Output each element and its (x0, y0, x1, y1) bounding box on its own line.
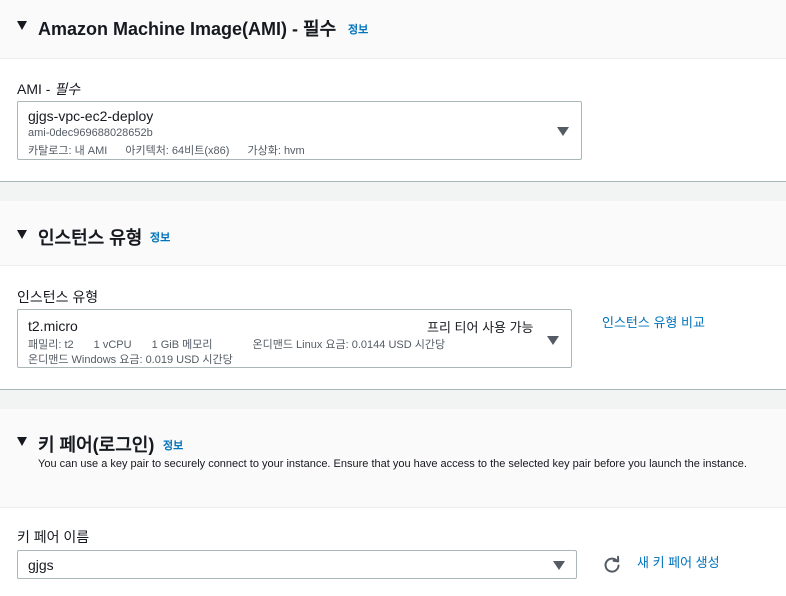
chevron-down-icon (553, 561, 565, 570)
instance-type-specs: 패밀리: t2 1 vCPU 1 GiB 메모리 온디맨드 Linux 요금: 0.0… (28, 339, 446, 351)
chevron-down-icon (557, 127, 569, 136)
chevron-down-icon (547, 336, 559, 345)
key-pair-field-label: 키 페어 이름 (17, 529, 90, 545)
ami-details: 카탈로그: 내 AMI 아키텍처: 64비트(x86) 가상화: hvm (28, 145, 305, 157)
ami-name: gjgs-vpc-ec2-deploy (28, 108, 154, 124)
instance-type-field-label: 인스턴스 유형 (17, 289, 99, 305)
instance-type-panel-header: 인스턴스 유형 정보 (0, 201, 786, 266)
refresh-icon[interactable] (602, 555, 622, 575)
section-divider (0, 389, 786, 390)
create-key-pair-link[interactable]: 새 키 페어 생성 (637, 552, 720, 571)
ami-panel: Amazon Machine Image(AMI) - 필수 정보 AMI - … (0, 0, 786, 182)
ami-field-label: AMI - 필수 (17, 81, 81, 97)
ami-info-link[interactable]: 정보 (348, 21, 368, 37)
collapse-caret-icon[interactable] (17, 230, 27, 239)
key-pair-select[interactable]: gjgs (17, 550, 577, 579)
ami-id: ami-0dec969688028652b (28, 127, 153, 139)
instance-type-windows-price: 온디맨드 Windows 요금: 0.019 USD 시간당 (28, 354, 233, 366)
instance-type-panel: 인스턴스 유형 정보 인스턴스 유형 t2.micro 프리 티어 사용 가능 … (0, 201, 786, 389)
compare-instance-types-link[interactable]: 인스턴스 유형 비교 (602, 312, 705, 331)
ami-panel-header: Amazon Machine Image(AMI) - 필수 정보 (0, 0, 786, 59)
key-pair-info-link[interactable]: 정보 (163, 437, 183, 453)
instance-type-name: t2.micro (28, 318, 78, 334)
collapse-caret-icon[interactable] (17, 437, 27, 446)
ami-select[interactable]: gjgs-vpc-ec2-deploy ami-0dec969688028652… (17, 101, 582, 160)
collapse-caret-icon[interactable] (17, 21, 27, 30)
key-pair-panel: 키 페어(로그인) 정보 You can use a key pair to s… (0, 409, 786, 596)
ami-section-title: Amazon Machine Image(AMI) - 필수 (38, 19, 337, 39)
instance-type-select[interactable]: t2.micro 프리 티어 사용 가능 패밀리: t2 1 vCPU 1 GiB … (17, 309, 572, 368)
key-pair-section-title: 키 페어(로그인) (38, 435, 155, 455)
key-pair-panel-header: 키 페어(로그인) 정보 You can use a key pair to s… (0, 409, 786, 508)
key-pair-description: You can use a key pair to securely conne… (38, 458, 747, 470)
key-pair-value: gjgs (28, 557, 54, 573)
instance-type-section-title: 인스턴스 유형 (38, 228, 143, 248)
section-divider (0, 181, 786, 182)
free-tier-badge: 프리 티어 사용 가능 (427, 320, 534, 335)
instance-type-info-link[interactable]: 정보 (150, 229, 170, 245)
